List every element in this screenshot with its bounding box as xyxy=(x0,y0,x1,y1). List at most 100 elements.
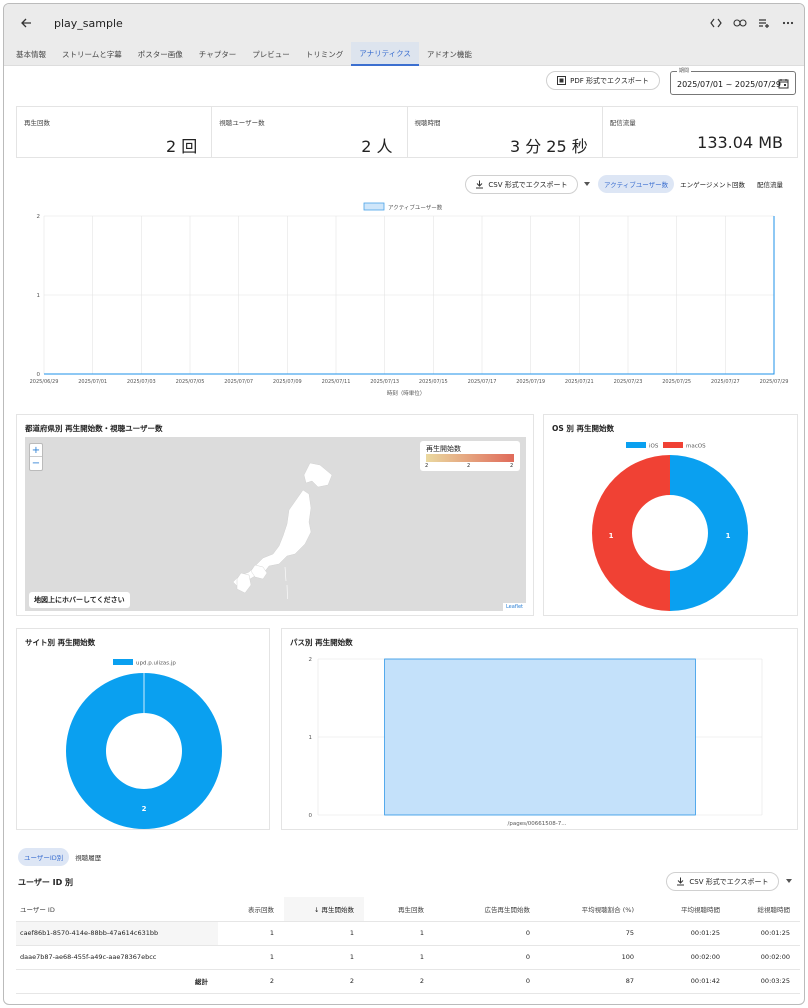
path-bar-chart: 0 1 2 /pages/00661508-7... xyxy=(309,657,763,827)
tab-addon[interactable]: アドオン機能 xyxy=(419,42,480,66)
col-plays[interactable]: 再生回数 xyxy=(364,897,434,922)
chevron-down-icon[interactable] xyxy=(786,879,792,883)
os-donut-chart: iOS macOS 1 1 xyxy=(591,442,749,611)
chart-grid xyxy=(43,215,775,375)
x-tick-label: 2025/07/01 xyxy=(78,379,107,385)
tab-basic[interactable]: 基本情報 xyxy=(8,42,54,66)
app-window: play_sample 基本情報 ストリームと字幕 ポスター画像 チャプター プ… xyxy=(3,3,805,1005)
zoom-control: + − xyxy=(29,443,43,471)
pdf-export-label: PDF 形式でエクスポート xyxy=(570,76,649,85)
legend-label-macos: macOS xyxy=(686,444,706,450)
col-avg-time[interactable]: 平均視聴時間 xyxy=(644,897,730,922)
map-title: 都道府県別 再生開始数・視聴ユーザー数 xyxy=(25,424,163,433)
stat-value: 2 回 xyxy=(165,137,198,156)
x-tick-label: 2025/07/27 xyxy=(711,379,740,385)
segment-engagement[interactable]: エンゲージメント回数 xyxy=(674,175,751,193)
x-tick-label: 2025/07/03 xyxy=(127,379,156,385)
download-icon xyxy=(476,180,484,189)
map-legend: 再生開始数 2 2 2 xyxy=(420,441,520,471)
page-title: play_sample xyxy=(54,16,123,30)
x-axis-label: 時刻（時単位） xyxy=(387,389,426,397)
legend-swatch-ios xyxy=(626,442,646,448)
table-total-row: 総計 2 2 2 0 87 00:01:42 00:03:25 xyxy=(16,969,800,994)
chevron-down-icon[interactable] xyxy=(584,182,590,186)
cell: 1 xyxy=(364,945,434,970)
col-ad-starts[interactable]: 広告再生開始数 xyxy=(434,897,540,922)
y-tick-label: 2 xyxy=(37,214,41,220)
subtab-user-id[interactable]: ユーザーID別 xyxy=(18,848,70,866)
leaflet-attribution[interactable]: Leaflet xyxy=(502,603,526,611)
segment-traffic[interactable]: 配信流量 xyxy=(751,175,789,193)
zoom-in-button[interactable]: + xyxy=(30,444,42,457)
slice-label: 1 xyxy=(609,532,614,540)
zoom-out-button[interactable]: − xyxy=(30,457,42,470)
col-play-starts[interactable]: ↓ 再生開始数 xyxy=(284,897,364,922)
x-tick-label: 2025/07/15 xyxy=(419,379,448,385)
cell: 2 xyxy=(218,969,284,994)
back-arrow-icon[interactable] xyxy=(16,13,36,33)
x-tick-label: 2025/07/17 xyxy=(468,379,497,385)
tab-preview[interactable]: プレビュー xyxy=(244,42,298,66)
tab-analytics[interactable]: アナリティクス xyxy=(351,42,419,66)
japan-map[interactable] xyxy=(215,455,355,605)
csv-export-label: CSV 形式でエクスポート xyxy=(689,877,769,886)
cell: 00:02:00 xyxy=(730,945,800,970)
more-icon[interactable] xyxy=(780,15,796,31)
map-view[interactable]: + − 再生開始数 2 2 2 地図上にホバーしてください Leaflet xyxy=(25,437,526,611)
table-header-row: ユーザー ID 表示回数 ↓ 再生開始数 再生回数 広告再生開始数 平均視聴割合… xyxy=(16,897,800,922)
legend-swatch xyxy=(363,202,385,211)
stat-plays: 再生回数 2 回 xyxy=(17,107,213,157)
period-label: 期間 xyxy=(677,67,692,74)
tab-chapter[interactable]: チャプター xyxy=(191,42,244,66)
map-legend-title: 再生開始数 xyxy=(426,445,461,453)
active-users-line-chart: アクティブユーザー数 0 1 2 2025/06/29 2025/07/01 202… xyxy=(30,202,789,397)
x-tick-label: 2025/07/05 xyxy=(176,379,205,385)
x-tick-label: 2025/07/21 xyxy=(565,379,594,385)
x-tick-label: 2025/07/11 xyxy=(322,379,351,385)
os-chart-panel: OS 別 再生開始数 iOS macOS 1 1 xyxy=(543,414,798,616)
code-icon[interactable] xyxy=(708,15,724,31)
csv-export-button[interactable]: CSV 形式でエクスポート xyxy=(465,175,578,194)
y-tick-label: 0 xyxy=(309,813,313,819)
y-tick-label: 2 xyxy=(309,657,313,663)
pdf-export-button[interactable]: PDF 形式でエクスポート xyxy=(546,71,660,90)
cell: 0 xyxy=(434,969,540,994)
col-user-id[interactable]: ユーザー ID xyxy=(16,897,218,922)
y-tick-label: 1 xyxy=(37,293,41,299)
cell: 00:03:25 xyxy=(730,969,800,994)
tab-poster[interactable]: ポスター画像 xyxy=(130,42,191,66)
cell: 1 xyxy=(218,921,284,946)
cell: 100 xyxy=(540,945,644,970)
playlist-add-icon[interactable] xyxy=(756,15,772,31)
legend-swatch xyxy=(113,659,133,665)
col-views[interactable]: 表示回数 xyxy=(218,897,284,922)
header: play_sample 基本情報 ストリームと字幕 ポスター画像 チャプター プ… xyxy=(4,4,804,66)
tab-stream[interactable]: ストリームと字幕 xyxy=(54,42,130,66)
x-ticks: 2025/06/29 2025/07/01 2025/07/03 2025/07/05… xyxy=(30,379,789,385)
download-icon xyxy=(677,877,685,886)
subtab-history[interactable]: 視聴履歴 xyxy=(69,848,107,866)
stat-label: 再生回数 xyxy=(24,119,50,127)
stat-value: 3 分 25 秒 xyxy=(509,137,588,156)
cell: 00:02:00 xyxy=(644,945,730,970)
x-tick-label: 2025/07/25 xyxy=(662,379,691,385)
period-field[interactable]: 期間 2025/07/01 ~ 2025/07/29 xyxy=(670,67,796,95)
col-avg-ratio[interactable]: 平均視聴割合 (%) xyxy=(540,897,644,922)
col-total-time[interactable]: 総視聴時間 xyxy=(730,897,800,922)
legend-swatch-macos xyxy=(663,442,683,448)
stat-label: 視聴ユーザー数 xyxy=(219,119,265,127)
cell: 2 xyxy=(284,969,364,994)
tab-trimming[interactable]: トリミング xyxy=(298,42,352,66)
map-panel: 都道府県別 再生開始数・視聴ユーザー数 + − 再生開始数 2 2 2 地図上に… xyxy=(16,414,534,616)
cell: 0 xyxy=(434,945,540,970)
segment-active-users[interactable]: アクティブユーザー数 xyxy=(598,175,675,193)
cell: 00:01:25 xyxy=(644,921,730,946)
legend-tick: 2 xyxy=(510,463,514,469)
link-icon[interactable] xyxy=(732,15,748,31)
stat-users: 視聴ユーザー数 2 人 xyxy=(212,107,408,157)
slice-ios xyxy=(670,455,749,611)
cell: 75 xyxy=(540,921,644,946)
calendar-icon[interactable] xyxy=(778,78,789,89)
stat-value: 133.04 MB xyxy=(697,133,783,152)
table-csv-export-button[interactable]: CSV 形式でエクスポート xyxy=(666,872,779,891)
